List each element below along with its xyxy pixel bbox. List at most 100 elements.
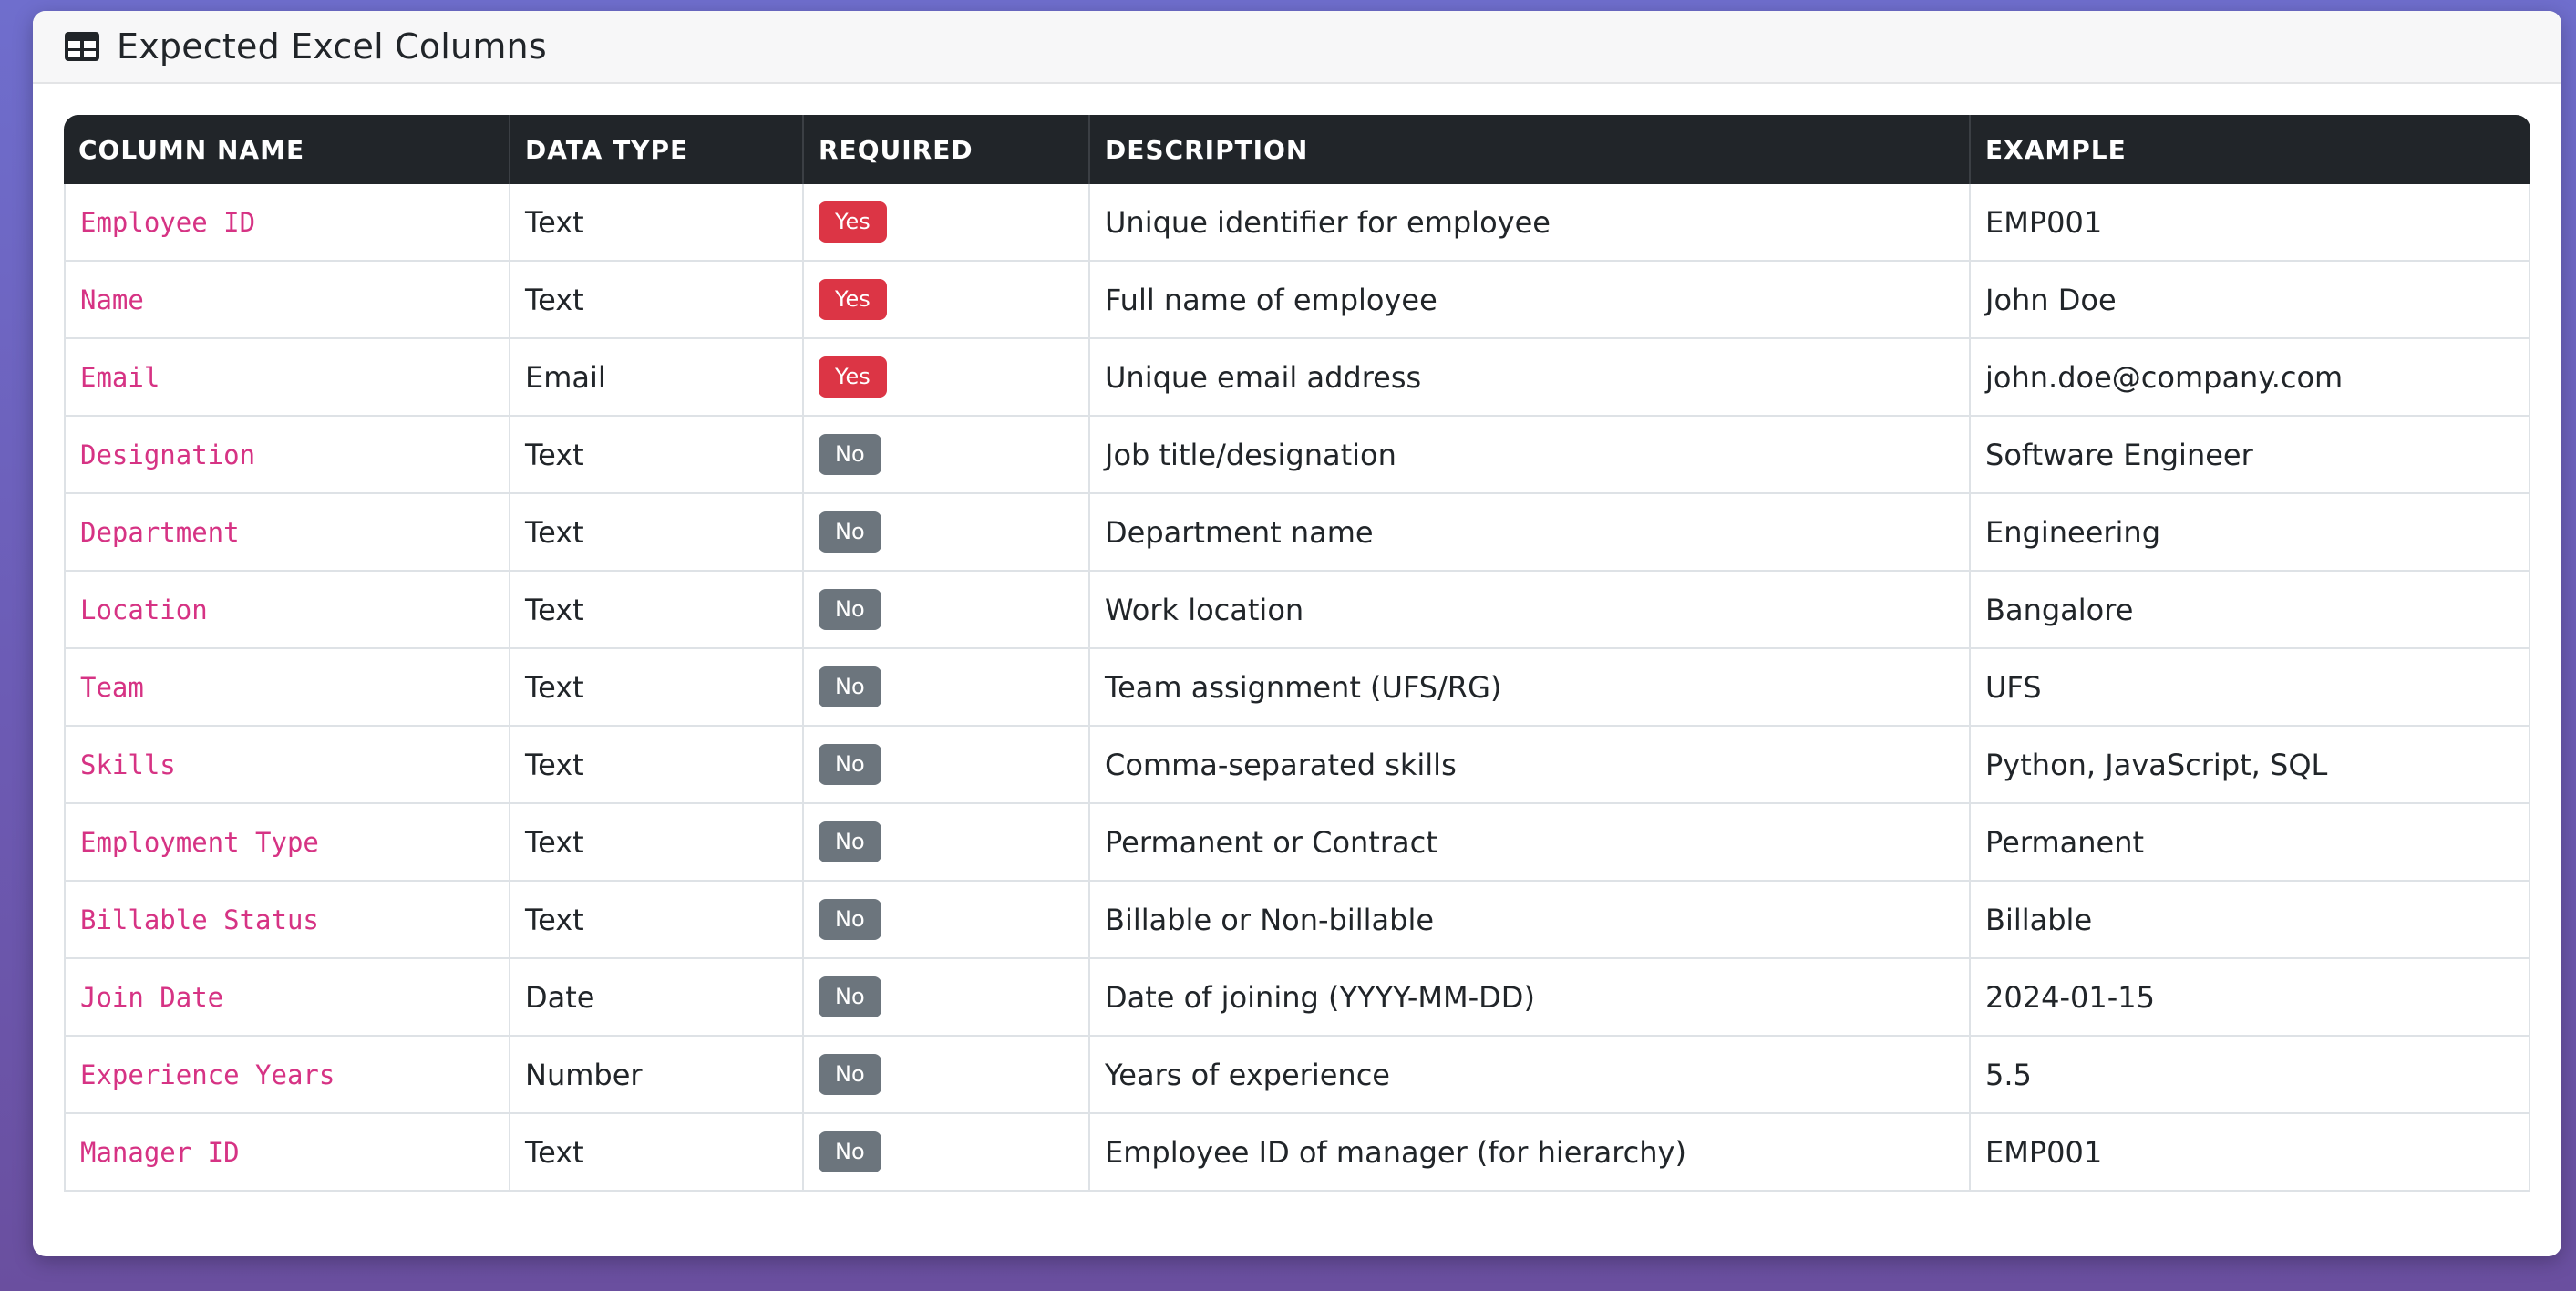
columns-table: COLUMN NAME DATA TYPE REQUIRED DESCRIPTI… xyxy=(64,115,2530,1192)
description-cell: Full name of employee xyxy=(1090,262,1971,339)
data-type-cell: Text xyxy=(510,1114,804,1192)
description-cell: Job title/designation xyxy=(1090,417,1971,494)
data-type-cell: Number xyxy=(510,1037,804,1114)
columns-table-wrapper: COLUMN NAME DATA TYPE REQUIRED DESCRIPTI… xyxy=(64,115,2530,1192)
required-badge: Yes xyxy=(819,356,887,398)
header-required: REQUIRED xyxy=(804,115,1090,184)
table-row: Email Email Yes Unique email address john.do… xyxy=(64,339,2530,417)
data-type-cell: Text xyxy=(510,494,804,572)
data-type-cell: Text xyxy=(510,417,804,494)
data-type-cell: Text xyxy=(510,184,804,262)
example-cell: EMP001 xyxy=(1971,1114,2530,1192)
example-cell: Bangalore xyxy=(1971,572,2530,649)
required-badge: No xyxy=(819,976,881,1018)
column-name-cell: Join Date xyxy=(64,959,510,1037)
example-cell: 5.5 xyxy=(1971,1037,2530,1114)
description-cell: Permanent or Contract xyxy=(1090,804,1971,882)
data-type-cell: Date xyxy=(510,959,804,1037)
example-cell: 2024-01-15 xyxy=(1971,959,2530,1037)
column-name-cell: Team xyxy=(64,649,510,727)
column-name-cell: Location xyxy=(64,572,510,649)
data-type-cell: Text xyxy=(510,649,804,727)
required-cell: No xyxy=(804,804,1090,882)
example-cell: Permanent xyxy=(1971,804,2530,882)
required-badge: No xyxy=(819,1131,881,1173)
table-row: Billable Status Text No Billable or Non-bil… xyxy=(64,882,2530,959)
table-row: Name Text Yes Full name of employee John Doe xyxy=(64,262,2530,339)
data-type-cell: Text xyxy=(510,804,804,882)
description-cell: Unique email address xyxy=(1090,339,1971,417)
required-badge: Yes xyxy=(819,201,887,243)
column-name-cell: Employee ID xyxy=(64,184,510,262)
table-body: Employee ID Text Yes Unique identifier for … xyxy=(64,184,2530,1192)
data-type-cell: Text xyxy=(510,572,804,649)
data-type-cell: Text xyxy=(510,262,804,339)
example-cell: EMP001 xyxy=(1971,184,2530,262)
required-cell: No xyxy=(804,727,1090,804)
table-row: Location Text No Work location Bangalore xyxy=(64,572,2530,649)
data-type-cell: Text xyxy=(510,727,804,804)
column-name-cell: Manager ID xyxy=(64,1114,510,1192)
required-badge: No xyxy=(819,743,881,786)
required-badge: No xyxy=(819,433,881,476)
example-cell: Billable xyxy=(1971,882,2530,959)
required-badge: No xyxy=(819,898,881,941)
table-row: Join Date Date No Date of joining (YYYY-MM-… xyxy=(64,959,2530,1037)
example-cell: Python, JavaScript, SQL xyxy=(1971,727,2530,804)
column-name-cell: Employment Type xyxy=(64,804,510,882)
header-data-type: DATA TYPE xyxy=(510,115,804,184)
table-row: Designation Text No Job title/designation So… xyxy=(64,417,2530,494)
example-cell: John Doe xyxy=(1971,262,2530,339)
column-name-cell: Skills xyxy=(64,727,510,804)
header-description: DESCRIPTION xyxy=(1090,115,1971,184)
table-row: Employee ID Text Yes Unique identifier for … xyxy=(64,184,2530,262)
required-cell: No xyxy=(804,649,1090,727)
required-badge: Yes xyxy=(819,278,887,321)
table-row: Manager ID Text No Employee ID of manager (… xyxy=(64,1114,2530,1192)
required-cell: No xyxy=(804,417,1090,494)
required-cell: No xyxy=(804,1114,1090,1192)
required-cell: Yes xyxy=(804,339,1090,417)
description-cell: Unique identifier for employee xyxy=(1090,184,1971,262)
table-row: Skills Text No Comma-separated skills Python… xyxy=(64,727,2530,804)
description-cell: Billable or Non-billable xyxy=(1090,882,1971,959)
required-cell: No xyxy=(804,1037,1090,1114)
description-cell: Date of joining (YYYY-MM-DD) xyxy=(1090,959,1971,1037)
required-badge: No xyxy=(819,588,881,631)
required-cell: Yes xyxy=(804,184,1090,262)
column-name-cell: Designation xyxy=(64,417,510,494)
data-type-cell: Email xyxy=(510,339,804,417)
data-type-cell: Text xyxy=(510,882,804,959)
description-cell: Years of experience xyxy=(1090,1037,1971,1114)
required-cell: No xyxy=(804,959,1090,1037)
example-cell: UFS xyxy=(1971,649,2530,727)
required-badge: No xyxy=(819,511,881,553)
table-row: Team Text No Team assignment (UFS/RG) UFS xyxy=(64,649,2530,727)
example-cell: Software Engineer xyxy=(1971,417,2530,494)
required-badge: No xyxy=(819,666,881,708)
column-name-cell: Email xyxy=(64,339,510,417)
required-cell: No xyxy=(804,494,1090,572)
columns-card: Expected Excel Columns COLUMN NAME DATA … xyxy=(33,11,2561,1256)
description-cell: Work location xyxy=(1090,572,1971,649)
required-cell: No xyxy=(804,572,1090,649)
table-row: Employment Type Text No Permanent or Contra… xyxy=(64,804,2530,882)
example-cell: john.doe@company.com xyxy=(1971,339,2530,417)
header-column-name: COLUMN NAME xyxy=(64,115,510,184)
required-badge: No xyxy=(819,1053,881,1096)
column-name-cell: Department xyxy=(64,494,510,572)
example-cell: Engineering xyxy=(1971,494,2530,572)
description-cell: Team assignment (UFS/RG) xyxy=(1090,649,1971,727)
header-row: COLUMN NAME DATA TYPE REQUIRED DESCRIPTI… xyxy=(64,115,2530,184)
description-cell: Employee ID of manager (for hierarchy) xyxy=(1090,1114,1971,1192)
column-name-cell: Experience Years xyxy=(64,1037,510,1114)
table-row: Department Text No Department name Engineeri… xyxy=(64,494,2530,572)
column-name-cell: Billable Status xyxy=(64,882,510,959)
table-row: Experience Years Number No Years of experie… xyxy=(64,1037,2530,1114)
header-example: EXAMPLE xyxy=(1971,115,2530,184)
card-title: Expected Excel Columns xyxy=(117,26,547,67)
required-cell: No xyxy=(804,882,1090,959)
table-header: COLUMN NAME DATA TYPE REQUIRED DESCRIPTI… xyxy=(64,115,2530,184)
column-name-cell: Name xyxy=(64,262,510,339)
description-cell: Department name xyxy=(1090,494,1971,572)
